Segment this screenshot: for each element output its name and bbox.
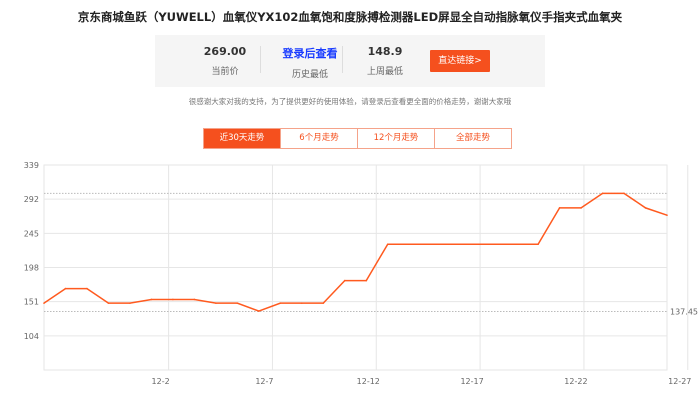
data-point xyxy=(623,193,625,195)
data-point xyxy=(194,299,196,301)
data-point xyxy=(237,302,239,304)
y-tick-label: 245 xyxy=(24,229,39,238)
data-point xyxy=(666,214,668,216)
data-point xyxy=(645,207,647,209)
data-point xyxy=(129,302,131,304)
price-line xyxy=(44,193,667,311)
data-point xyxy=(408,243,410,245)
data-point xyxy=(580,207,582,209)
data-point xyxy=(280,302,282,304)
x-tick-label: 12-17 xyxy=(460,377,483,386)
data-point xyxy=(516,243,518,245)
data-point xyxy=(108,302,110,304)
x-tick-label: 12-7 xyxy=(255,377,273,386)
data-point xyxy=(451,243,453,245)
y-tick-label: 198 xyxy=(24,264,39,273)
data-point xyxy=(86,288,88,290)
data-point xyxy=(322,302,324,304)
y-tick-label: 339 xyxy=(24,161,39,170)
price-chart: 339 292 245 198 151 104 12-2 12-7 12-12 12-17 12-2… xyxy=(0,0,700,401)
data-point xyxy=(430,243,432,245)
data-point xyxy=(537,243,539,245)
data-point xyxy=(387,243,389,245)
data-point xyxy=(65,288,67,290)
data-point xyxy=(43,302,45,304)
data-point xyxy=(494,243,496,245)
data-point xyxy=(151,299,153,301)
x-tick-label: 12-27 xyxy=(668,377,691,386)
data-point xyxy=(301,302,303,304)
data-point xyxy=(344,280,346,282)
data-point xyxy=(559,207,561,209)
data-point xyxy=(172,299,174,301)
data-point xyxy=(258,310,260,312)
y-tick-label: 292 xyxy=(24,195,39,204)
x-tick-label: 12-12 xyxy=(357,377,380,386)
y-tick-label: 104 xyxy=(24,332,39,341)
data-point xyxy=(215,302,217,304)
y-tick-label: 151 xyxy=(24,298,39,307)
data-point xyxy=(473,243,475,245)
data-point xyxy=(365,280,367,282)
x-tick-label: 12-22 xyxy=(564,377,587,386)
x-tick-label: 12-2 xyxy=(152,377,170,386)
data-point xyxy=(602,193,604,195)
min-price-label: 137.45 xyxy=(670,308,698,317)
